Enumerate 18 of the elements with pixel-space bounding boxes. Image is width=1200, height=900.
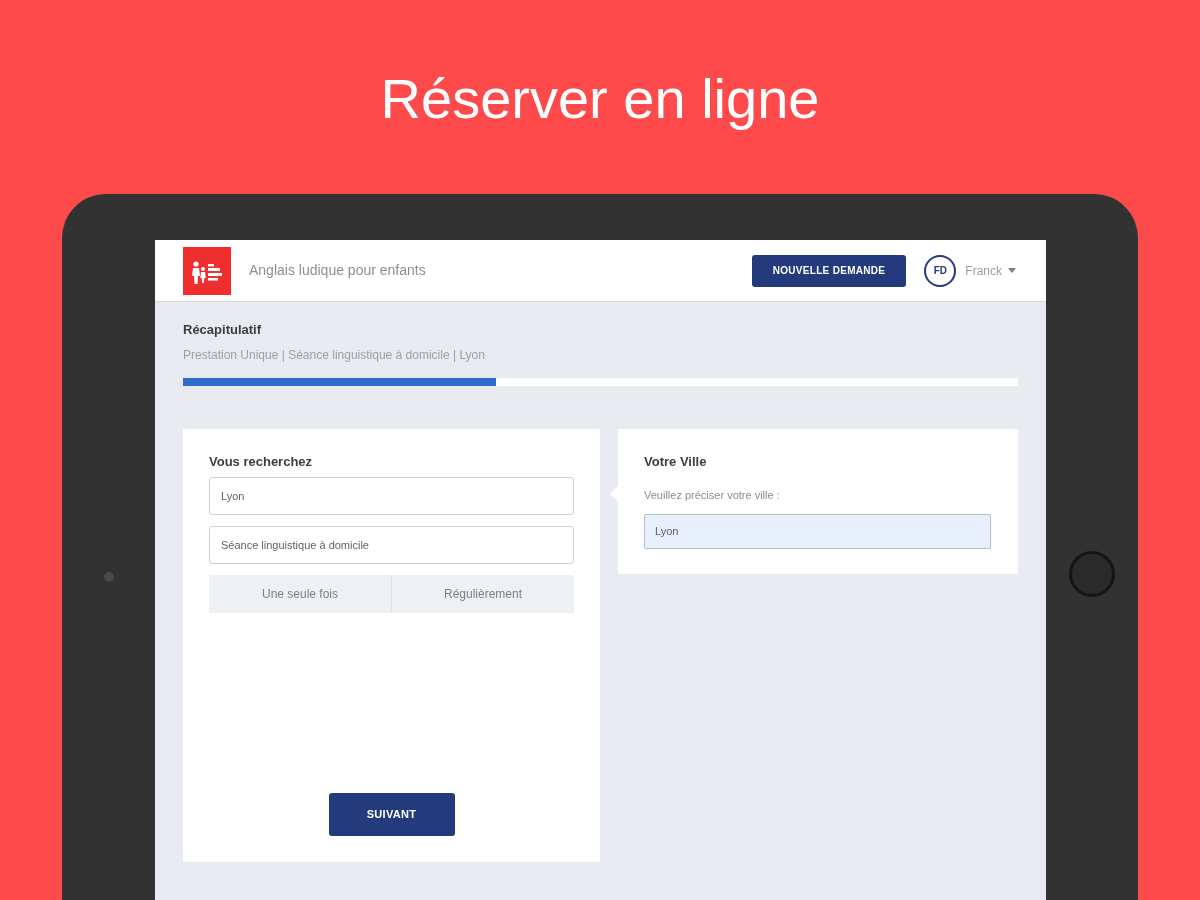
search-input[interactable]: Séance linguistique à domicile [209,526,574,564]
city-card-title: Votre Ville [644,452,708,471]
summary-title: Récapitulatif [183,321,262,339]
app-tagline: Anglais ludique pour enfants [249,261,426,280]
logo-icon[interactable] [183,246,231,295]
search-input[interactable]: Lyon [209,477,574,515]
search-card-title: Vous recherchez [209,452,314,471]
frequency-option[interactable]: Une seule fois [209,575,391,613]
next-button[interactable]: SUIVANT [328,792,455,836]
camera-icon [103,572,114,582]
city-label: Veuillez préciser votre ville : [644,488,781,503]
new-request-button[interactable]: NOUVELLE DEMANDE [751,254,907,287]
summary-details: Prestation Unique | Séance linguistique à domicile | Lyon [183,346,486,364]
headline: Réserver en ligne [380,66,820,132]
caret-icon [1008,268,1016,273]
user-avatar[interactable]: FD [924,254,957,287]
city-input[interactable]: Lyon [644,513,991,549]
frequency-option[interactable]: Régulièrement [391,575,574,613]
